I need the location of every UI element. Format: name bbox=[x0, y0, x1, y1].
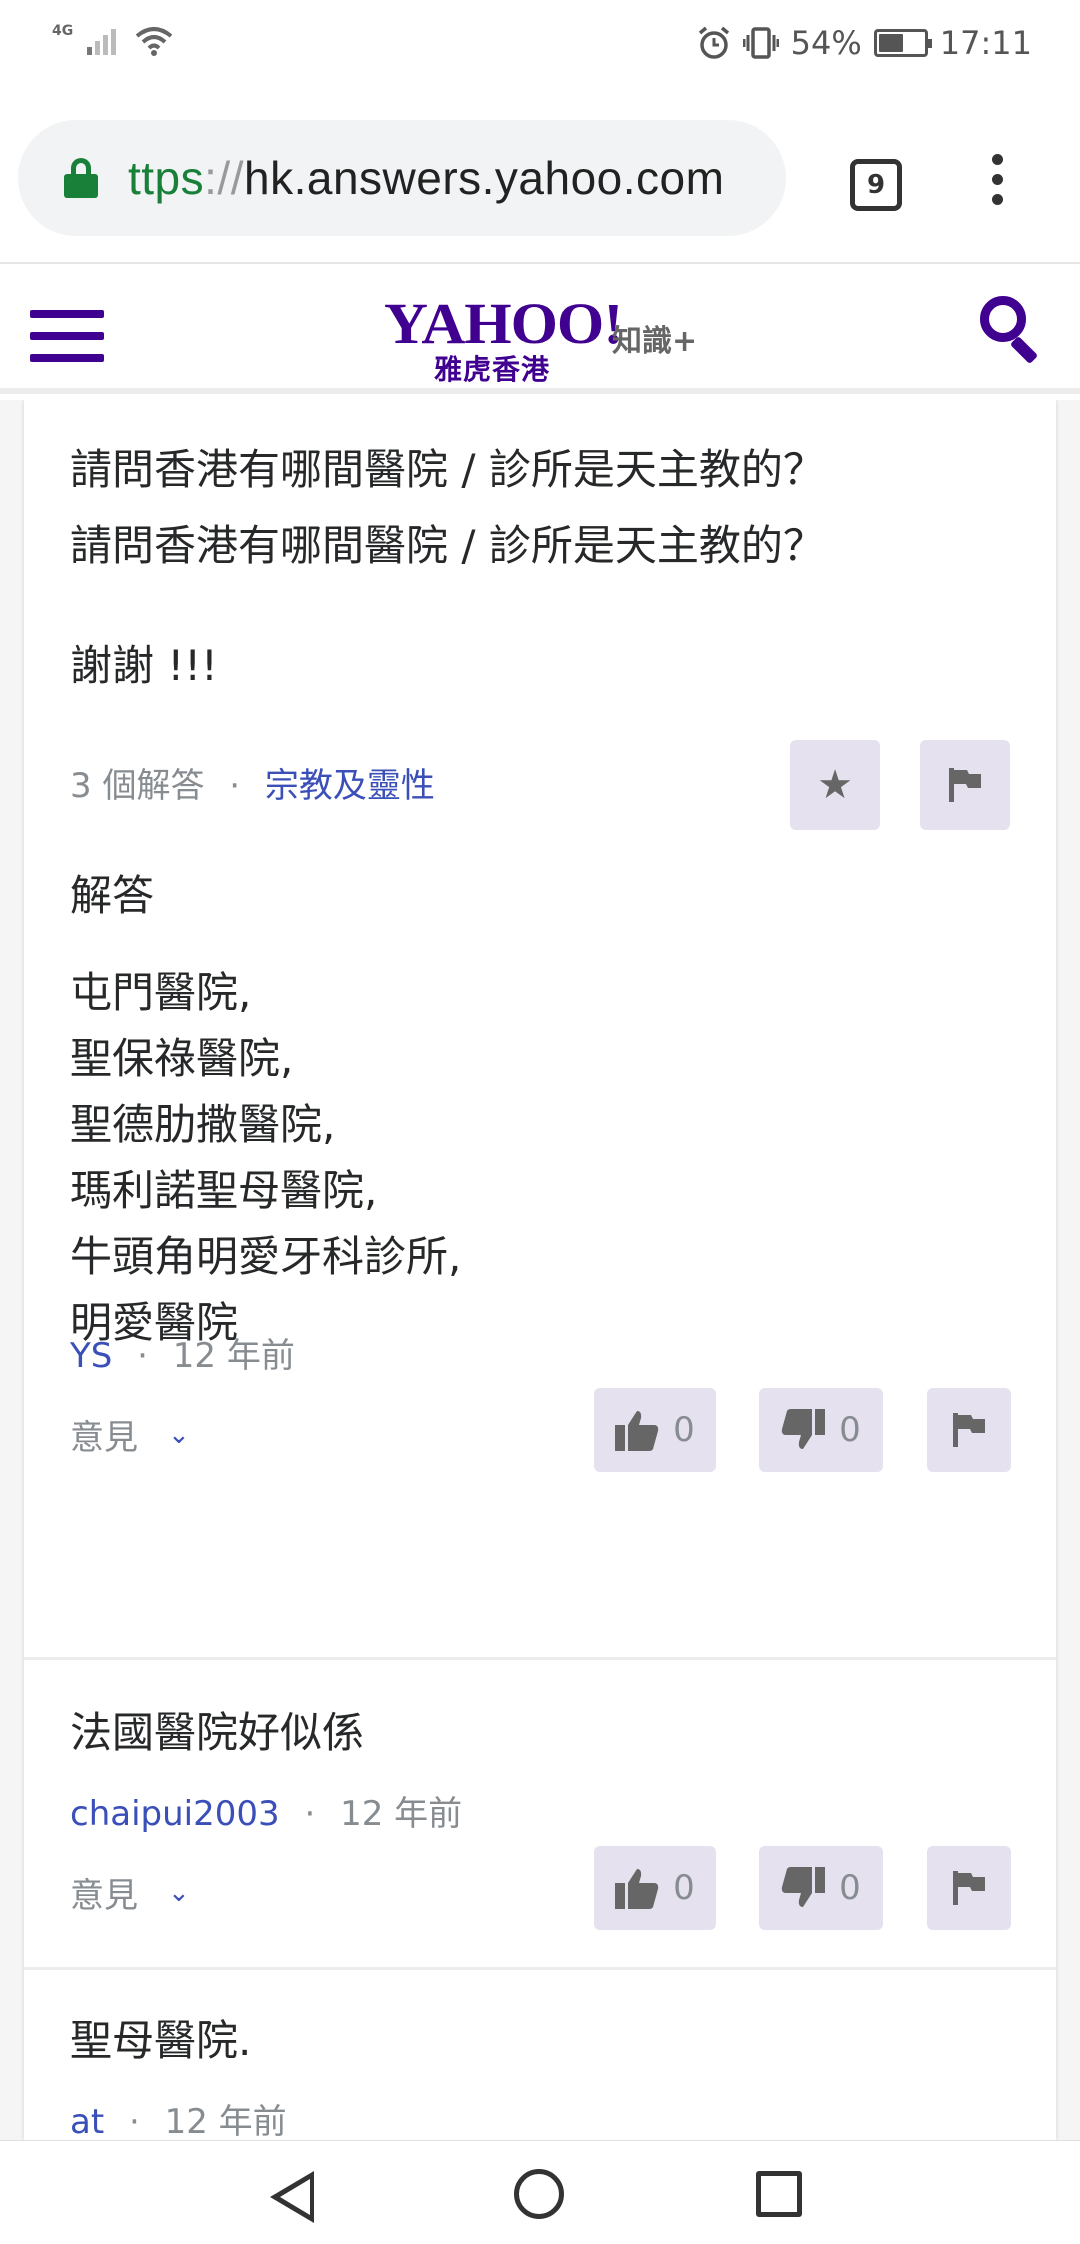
search-icon[interactable] bbox=[980, 296, 1046, 365]
question-card: 請問香港有哪間醫院 / 診所是天主教的？ 請問香港有哪間醫院 / 診所是天主教的… bbox=[24, 400, 1056, 2140]
downvote-count: 0 bbox=[839, 1410, 861, 1450]
author-link[interactable]: YS bbox=[70, 1336, 112, 1376]
upvote-count: 0 bbox=[673, 1868, 695, 1908]
thumbs-down-icon bbox=[781, 1409, 826, 1449]
answer-text: 聖母醫院. bbox=[70, 2016, 252, 2065]
answer-author: at · 12 年前 bbox=[70, 2102, 287, 2140]
star-icon: ★ bbox=[817, 762, 853, 808]
upvote-button[interactable]: 0 bbox=[594, 1846, 716, 1930]
browser-toolbar: ttps://hk.answers.yahoo.com 9 bbox=[0, 96, 1080, 264]
alarm-icon bbox=[698, 26, 729, 59]
home-icon[interactable] bbox=[514, 2169, 564, 2219]
thumbs-up-icon bbox=[615, 1411, 659, 1451]
flag-icon bbox=[949, 768, 981, 802]
thumbs-down-icon bbox=[781, 1867, 826, 1907]
more-menu-icon[interactable] bbox=[985, 154, 1009, 214]
downvote-button[interactable]: 0 bbox=[759, 1846, 883, 1930]
answer-time: 12 年前 bbox=[164, 2102, 287, 2140]
answer-count: 3 個解答 bbox=[70, 766, 205, 806]
report-question-button[interactable] bbox=[920, 740, 1010, 830]
author-link[interactable]: chaipui2003 bbox=[70, 1794, 280, 1834]
battery-percent: 54% bbox=[790, 24, 862, 62]
network-type: 4G bbox=[52, 23, 74, 39]
upvote-button[interactable]: 0 bbox=[594, 1388, 716, 1472]
chevron-down-icon: ⌄ bbox=[168, 1419, 190, 1450]
vibrate-icon bbox=[742, 27, 779, 59]
thumbs-up-icon bbox=[615, 1869, 659, 1909]
category-link[interactable]: 宗教及靈性 bbox=[265, 766, 435, 806]
system-nav-bar bbox=[0, 2140, 1080, 2244]
recents-icon[interactable] bbox=[756, 2171, 802, 2217]
back-icon[interactable] bbox=[270, 2171, 314, 2223]
answer-text: 屯門醫院, 聖保祿醫院, 聖德肋撒醫院, 瑪利諾聖母醫院, 牛頭角明愛牙科診所,… bbox=[70, 968, 462, 1347]
report-answer-button[interactable] bbox=[927, 1846, 1011, 1930]
lock-icon[interactable] bbox=[64, 158, 98, 198]
site-header: YAHOO! 雅虎香港 知識+ bbox=[0, 266, 1080, 394]
answers-heading: 解答 bbox=[70, 871, 155, 920]
follow-star-button[interactable]: ★ bbox=[790, 740, 880, 830]
url-text[interactable]: ttps://hk.answers.yahoo.com bbox=[128, 151, 724, 205]
opinion-toggle[interactable]: 意見 ⌄ bbox=[70, 1868, 190, 1917]
answer-text: 法國醫院好似係 bbox=[70, 1708, 365, 1757]
downvote-count: 0 bbox=[839, 1868, 861, 1908]
opinion-toggle[interactable]: 意見 ⌄ bbox=[70, 1410, 190, 1459]
question-title: 請問香港有哪間醫院 / 診所是天主教的？ bbox=[70, 445, 825, 494]
tab-switcher-button[interactable]: 9 bbox=[850, 159, 902, 211]
author-link[interactable]: at bbox=[70, 2102, 104, 2140]
address-bar[interactable]: ttps://hk.answers.yahoo.com bbox=[18, 120, 786, 236]
page-content: 請問香港有哪間醫院 / 診所是天主教的？ 請問香港有哪間醫院 / 診所是天主教的… bbox=[0, 400, 1080, 2140]
flag-icon bbox=[953, 1413, 985, 1447]
status-left: 4G bbox=[52, 23, 173, 56]
answer-author: chaipui2003 · 12 年前 bbox=[70, 1794, 463, 1834]
answer-time: 12 年前 bbox=[340, 1794, 463, 1834]
logo-wordmark: YAHOO! bbox=[384, 291, 624, 356]
clock: 17:11 bbox=[939, 24, 1032, 62]
signal-icon bbox=[87, 29, 117, 55]
logo-subtitle: 雅虎香港 bbox=[434, 353, 551, 386]
answer-item: 屯門醫院, 聖保祿醫院, 聖德肋撒醫院, 瑪利諾聖母醫院, 牛頭角明愛牙科診所,… bbox=[24, 960, 1056, 1660]
question-body: 請問香港有哪間醫院 / 診所是天主教的？ 謝謝 !!! bbox=[70, 521, 825, 690]
status-bar: 4G 54% 17:11 bbox=[0, 0, 1080, 96]
status-right: 54% 17:11 bbox=[697, 24, 1032, 62]
answer-item: 法國醫院好似係 chaipui2003 · 12 年前 意見 ⌄ 0 0 bbox=[24, 1660, 1056, 1970]
answer-author: YS · 12 年前 bbox=[70, 1336, 295, 1376]
flag-icon bbox=[953, 1871, 985, 1905]
answer-time: 12 年前 bbox=[172, 1336, 295, 1376]
question-meta: 3 個解答 · 宗教及靈性 bbox=[70, 766, 435, 806]
upvote-count: 0 bbox=[673, 1410, 695, 1450]
hamburger-menu-icon[interactable] bbox=[30, 310, 104, 362]
answer-item: 聖母醫院. at · 12 年前 意見 ⌄ 0 0 bbox=[24, 1970, 1056, 2140]
wifi-icon bbox=[135, 27, 173, 56]
downvote-button[interactable]: 0 bbox=[759, 1388, 883, 1472]
chevron-down-icon: ⌄ bbox=[168, 1877, 190, 1908]
battery-icon bbox=[873, 29, 932, 57]
logo-product: 知識+ bbox=[612, 324, 698, 359]
report-answer-button[interactable] bbox=[927, 1388, 1011, 1472]
yahoo-logo[interactable]: YAHOO! 雅虎香港 知識+ bbox=[384, 290, 704, 386]
